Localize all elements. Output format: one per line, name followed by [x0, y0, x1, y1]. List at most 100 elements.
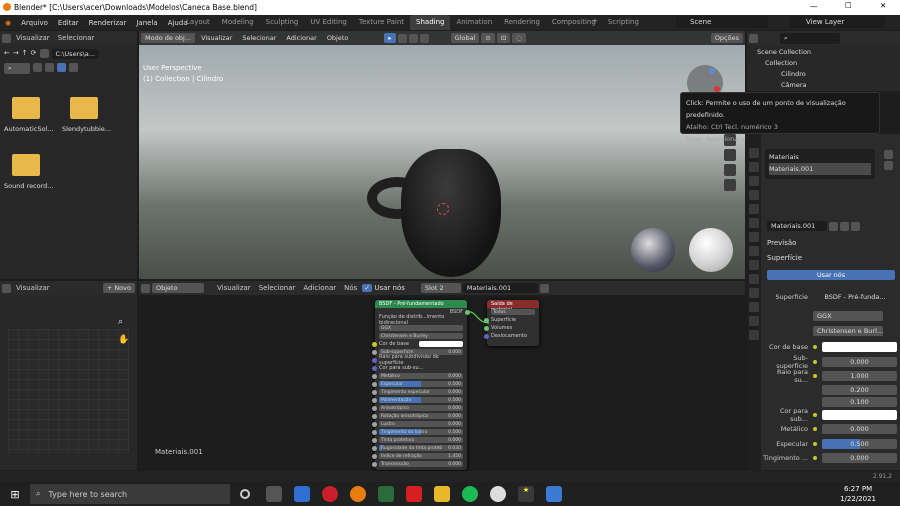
input-socket-dot[interactable] — [813, 359, 817, 364]
bsdf-slider[interactable]: Índice de refração 1.450 — [379, 453, 463, 459]
file-explorer-icon[interactable] — [434, 486, 450, 502]
outliner-item-camera[interactable]: Câmera — [757, 80, 890, 91]
surface-panel-header[interactable]: Superfície — [767, 254, 802, 262]
photos-app-icon[interactable] — [294, 486, 310, 502]
back-icon[interactable]: ← — [4, 49, 10, 59]
node-menu-item[interactable]: Nós — [341, 284, 360, 292]
tool-props-icon[interactable] — [749, 148, 759, 158]
hand-pan-icon[interactable]: ✋ — [118, 335, 129, 345]
property-value-field[interactable]: 0.500 — [822, 438, 897, 449]
object-type-selector[interactable]: Objeto — [152, 283, 204, 293]
input-socket[interactable] — [372, 349, 377, 355]
new-image-button[interactable]: + Novo — [102, 283, 135, 293]
outliner-scene-collection[interactable]: Scene Collection — [757, 47, 890, 58]
zoom-icon[interactable]: ⌕ — [118, 317, 123, 327]
input-socket[interactable] — [372, 341, 377, 347]
menu-item[interactable]: Arquivo — [16, 19, 53, 27]
maximize-button[interactable]: ☐ — [845, 1, 852, 10]
camera-view-icon[interactable] — [724, 149, 736, 161]
property-value-field[interactable]: 1.000 — [822, 371, 897, 382]
sss-method-select[interactable]: Christensen e Burley — [379, 333, 463, 339]
render-props-icon[interactable] — [749, 162, 759, 172]
editor-type-icon[interactable] — [2, 33, 11, 43]
data-props-icon[interactable] — [749, 302, 759, 312]
output-target-select[interactable]: Todos — [491, 309, 535, 315]
input-socket[interactable] — [372, 429, 377, 435]
input-socket[interactable] — [372, 365, 377, 371]
cortana-icon[interactable] — [240, 489, 250, 499]
select-box-icon[interactable] — [397, 33, 407, 43]
property-value-field[interactable]: 0.000 — [822, 453, 897, 464]
workspace-tab[interactable]: Texture Paint — [353, 15, 410, 30]
material-slot[interactable]: Materiais — [769, 151, 871, 163]
node-menu-item[interactable]: Adicionar — [300, 284, 339, 292]
workspace-tab[interactable]: Sculpting — [260, 15, 305, 30]
distribution-select[interactable]: GGX — [379, 325, 463, 331]
viewport-menu-item[interactable]: Visualizar — [197, 33, 236, 43]
select-tool-icon[interactable]: ▸ — [384, 33, 396, 43]
view-layer-selector[interactable]: View Layer — [790, 16, 885, 28]
viewport-menu-item[interactable]: Objeto — [323, 33, 353, 43]
workspace-tab[interactable]: Rendering — [498, 15, 546, 30]
minimize-button[interactable]: — — [810, 2, 818, 11]
input-socket-dot[interactable] — [813, 412, 817, 417]
mode-selector[interactable]: Modo de obj... — [141, 33, 196, 43]
close-button[interactable]: ✕ — [880, 1, 886, 10]
color-swatch[interactable] — [822, 409, 897, 420]
outliner-search[interactable]: ⌕ — [780, 32, 840, 44]
spotify-icon[interactable] — [462, 486, 478, 502]
path-field[interactable]: C:\Users\a... — [51, 49, 99, 59]
menu-item[interactable]: Janela — [131, 19, 162, 27]
material-output-node[interactable]: Saída de material Todos Superfície Volume… — [484, 300, 539, 346]
distribution-select[interactable]: GGX — [813, 311, 883, 321]
menu-item[interactable]: Editar — [53, 19, 84, 27]
bsdf-slider[interactable]: Rotação anisotrópica 0.000 — [379, 413, 463, 419]
forward-icon[interactable]: → — [13, 49, 19, 59]
orientation-selector[interactable]: Global — [450, 33, 480, 43]
input-socket[interactable] — [372, 413, 377, 419]
bsdf-slider[interactable]: Transmissão 0.000 — [379, 461, 463, 467]
input-socket[interactable] — [372, 461, 377, 467]
editor-type-icon[interactable] — [141, 283, 150, 293]
gizmo-z-axis[interactable] — [709, 68, 715, 74]
star-app-icon[interactable]: ★ — [518, 486, 534, 502]
texture-props-icon[interactable] — [749, 330, 759, 340]
roblox-icon[interactable] — [406, 486, 422, 502]
3d-cursor-icon[interactable] — [437, 203, 449, 215]
menu-select[interactable]: Selecionar — [55, 34, 98, 42]
outliner-item-cylinder[interactable]: Cilindro — [757, 69, 890, 80]
input-socket[interactable] — [372, 381, 377, 387]
taskbar-clock[interactable]: 6:27 PM 1/22/2021 — [840, 484, 900, 504]
node-menu-item[interactable]: Selecionar — [256, 284, 299, 292]
input-socket[interactable] — [372, 421, 377, 427]
property-value-field[interactable]: 0.000 — [822, 424, 897, 435]
menu-view[interactable]: Visualizar — [13, 284, 53, 292]
3d-viewport[interactable]: Modo de obj... Visualizar Selecionar Adici… — [139, 31, 745, 279]
workspace-tab[interactable]: Shading — [410, 15, 451, 30]
property-value-field[interactable]: 0.200 — [822, 384, 897, 395]
input-socket-dot[interactable] — [813, 441, 817, 446]
menu-item[interactable]: Renderizar — [84, 19, 132, 27]
refresh-icon[interactable]: ⟳ — [31, 49, 37, 59]
object-props-icon[interactable] — [749, 232, 759, 242]
taskbar-search[interactable]: ⌕ Type here to search — [30, 484, 230, 504]
input-socket[interactable] — [484, 333, 489, 339]
bsdf-slider[interactable]: Tingimento do lustro 0.500 — [379, 429, 463, 435]
select-lasso-icon[interactable] — [419, 33, 429, 43]
settings-app-icon[interactable] — [546, 486, 562, 502]
bsdf-slider[interactable]: Polimentação 0.500 — [379, 397, 463, 403]
input-socket-dot[interactable] — [813, 427, 817, 432]
task-view-icon[interactable] — [266, 486, 282, 502]
input-socket-dot[interactable] — [813, 374, 817, 379]
input-socket[interactable] — [372, 445, 377, 451]
material-props-icon[interactable] — [749, 316, 759, 326]
file-item[interactable]: Sound record... — [4, 154, 59, 190]
sort-icon[interactable] — [45, 63, 54, 72]
bsdf-slider[interactable]: Rugosidade da tinta proteti 0.030 — [379, 445, 463, 451]
workspace-tab[interactable]: Animation — [450, 15, 498, 30]
preview-panel-header[interactable]: Previsão — [767, 239, 796, 247]
pivot-icon[interactable]: ⊙ — [481, 33, 495, 43]
outliner-collection[interactable]: Collection — [757, 58, 890, 69]
workspace-tab[interactable]: Scripting — [602, 15, 645, 30]
unlink-icon[interactable] — [851, 221, 860, 231]
